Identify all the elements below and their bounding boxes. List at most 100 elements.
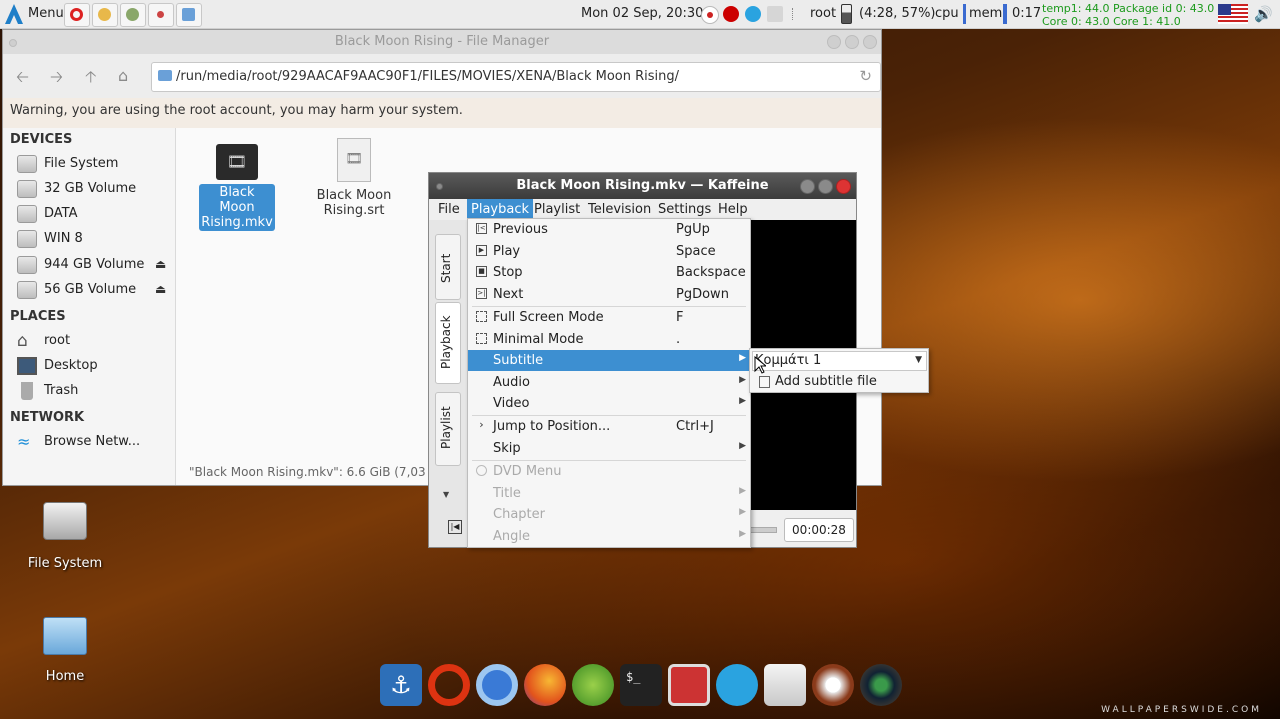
clock[interactable]: Mon 02 Sep, 20:30	[581, 6, 703, 21]
battery-status[interactable]: (4:28, 57%)	[859, 6, 936, 21]
file-manager-titlebar[interactable]: Black Moon Rising - File Manager	[3, 30, 881, 54]
menu-item-full-screen[interactable]: Full Screen Mode F	[468, 307, 750, 328]
network-icon[interactable]	[767, 6, 783, 22]
desktop-icon-label: File System	[27, 556, 103, 571]
time-display[interactable]: 00:00:28	[784, 518, 854, 542]
home-folder-icon[interactable]	[764, 664, 806, 706]
desktop-icon-home[interactable]: Home	[20, 617, 110, 684]
telegram-icon[interactable]	[745, 6, 761, 22]
sidebar-item-label: DATA	[44, 206, 78, 221]
telegram-icon[interactable]	[716, 664, 758, 706]
volume-icon[interactable]: 🔊	[1254, 5, 1273, 23]
sidebar-item-win8[interactable]: WIN 8	[17, 229, 167, 251]
map-app-icon[interactable]	[572, 664, 614, 706]
minimize-button[interactable]	[800, 179, 815, 194]
menu-television[interactable]: Television	[584, 199, 655, 220]
menu-label[interactable]: Menu	[28, 6, 64, 21]
menu-item-previous[interactable]: |< Previous PgUp	[468, 219, 750, 240]
menu-item-stop[interactable]: ■ Stop Backspace	[468, 262, 750, 283]
seek-slider[interactable]	[749, 527, 777, 533]
address-path[interactable]: /run/media/root/929AACAF9AAC90F1/FILES/M…	[176, 69, 679, 84]
window-menu-icon[interactable]	[436, 183, 443, 190]
cpu-label[interactable]: cpu	[935, 6, 959, 21]
kaffeine-icon[interactable]	[812, 664, 854, 706]
opera-icon[interactable]	[428, 664, 470, 706]
forward-arrow-icon[interactable]: 🡢	[50, 66, 63, 93]
menu-item-next[interactable]: >| Next PgDown	[468, 284, 750, 305]
menu-item-play[interactable]: ▶ Play Space	[468, 241, 750, 262]
up-arrow-icon[interactable]: 🡡	[85, 66, 97, 93]
menu-item-dvd-menu: DVD Menu	[468, 461, 750, 482]
sidebar-item-56gb-volume[interactable]: 56 GB Volume ⏏	[17, 280, 167, 302]
sidebar-item-browse-network[interactable]: ≈ Browse Netw...	[17, 432, 167, 454]
sidebar-item-label: 56 GB Volume	[44, 282, 137, 297]
cpu-graph[interactable]	[963, 4, 966, 24]
reload-icon[interactable]: ↻	[859, 67, 872, 85]
home-icon[interactable]: ⌂	[118, 66, 128, 85]
window-title: Black Moon Rising.mkv — Kaffeine	[516, 178, 769, 193]
minimize-button[interactable]	[827, 35, 841, 49]
chevron-down-icon: ▼	[915, 355, 922, 365]
sidebar-item-root[interactable]: ⌂ root	[17, 331, 167, 353]
menu-playlist[interactable]: Playlist	[530, 199, 584, 220]
kaffeine-titlebar[interactable]: Black Moon Rising.mkv — Kaffeine	[429, 173, 856, 199]
flag-icon[interactable]	[1218, 4, 1248, 24]
home-icon: ⌂	[17, 331, 28, 351]
close-button[interactable]	[836, 179, 851, 194]
chromium-icon[interactable]	[92, 3, 118, 27]
system-monitor-icon[interactable]	[668, 664, 710, 706]
menu-settings[interactable]: Settings	[654, 199, 715, 220]
kaffeine-icon[interactable]	[148, 3, 174, 27]
sidebar-item-label: WIN 8	[44, 231, 83, 246]
address-bar[interactable]: /run/media/root/929AACAF9AAC90F1/FILES/M…	[151, 62, 881, 92]
anchor-icon[interactable]: ⚓	[380, 664, 422, 706]
back-arrow-icon[interactable]: 🡠	[16, 66, 29, 93]
sidebar-item-32gb-volume[interactable]: 32 GB Volume	[17, 179, 167, 201]
maximize-button[interactable]	[818, 179, 833, 194]
opera-icon[interactable]	[64, 3, 90, 27]
sidebar-item-file-system[interactable]: File System	[17, 154, 167, 176]
desktop-icon-file-system[interactable]: File System	[20, 502, 110, 571]
record-icon[interactable]	[701, 6, 719, 24]
sidebar-item-944gb-volume[interactable]: 944 GB Volume ⏏	[17, 255, 167, 277]
file-manager-icon[interactable]	[176, 3, 202, 27]
camera-icon[interactable]	[860, 664, 902, 706]
chrome-icon[interactable]	[120, 3, 146, 27]
app-menu-icon[interactable]	[3, 3, 25, 25]
subtitle-track-select[interactable]: Κομμάτι 1 ▼	[752, 351, 927, 371]
submenu-arrow-icon: ▶	[739, 486, 746, 496]
mem-label[interactable]: mem	[969, 6, 1002, 21]
menu-item-video[interactable]: Video ▶	[468, 393, 750, 414]
menu-item-skip[interactable]: Skip ▶	[468, 438, 750, 459]
sidebar-item-trash[interactable]: Trash	[17, 381, 167, 403]
eject-icon[interactable]: ⏏	[155, 257, 166, 271]
battery-icon[interactable]	[841, 4, 852, 24]
chromium-icon[interactable]	[476, 664, 518, 706]
file-item-srt[interactable]: 🎞 Black Moon Rising.srt	[314, 138, 394, 219]
close-button[interactable]	[863, 35, 877, 49]
mem-graph[interactable]	[1003, 4, 1007, 24]
user-label[interactable]: root	[810, 6, 836, 21]
sidebar-item-data[interactable]: DATA	[17, 204, 167, 226]
menu-playback[interactable]: Playback	[467, 199, 534, 220]
tab-start[interactable]: Start	[435, 234, 461, 300]
menu-help[interactable]: Help	[714, 199, 752, 220]
menu-item-audio[interactable]: Audio ▶	[468, 372, 750, 393]
sidebar-item-desktop[interactable]: Desktop	[17, 356, 167, 378]
menu-item-subtitle[interactable]: Subtitle ▶	[468, 350, 750, 371]
tab-playlist[interactable]: Playlist	[435, 392, 461, 466]
window-menu-icon[interactable]	[9, 39, 17, 47]
firefox-icon[interactable]	[524, 664, 566, 706]
eject-icon[interactable]: ⏏	[155, 282, 166, 296]
maximize-button[interactable]	[845, 35, 859, 49]
scroll-down-icon[interactable]: ▼	[443, 490, 449, 499]
menu-item-add-subtitle-file[interactable]: Add subtitle file	[750, 371, 928, 392]
skip-start-icon[interactable]: |◀	[448, 520, 462, 534]
opera-tray-icon[interactable]	[723, 6, 739, 22]
menu-item-minimal-mode[interactable]: Minimal Mode.	[468, 329, 750, 350]
tab-playback[interactable]: Playback	[435, 302, 461, 384]
menu-file[interactable]: File	[434, 199, 464, 220]
file-item-mkv[interactable]: 🎞 Black Moon Rising.mkv	[199, 144, 275, 231]
menu-item-jump-to-position[interactable]: › Jump to Position... Ctrl+J	[468, 416, 750, 437]
terminal-icon[interactable]: $_	[620, 664, 662, 706]
